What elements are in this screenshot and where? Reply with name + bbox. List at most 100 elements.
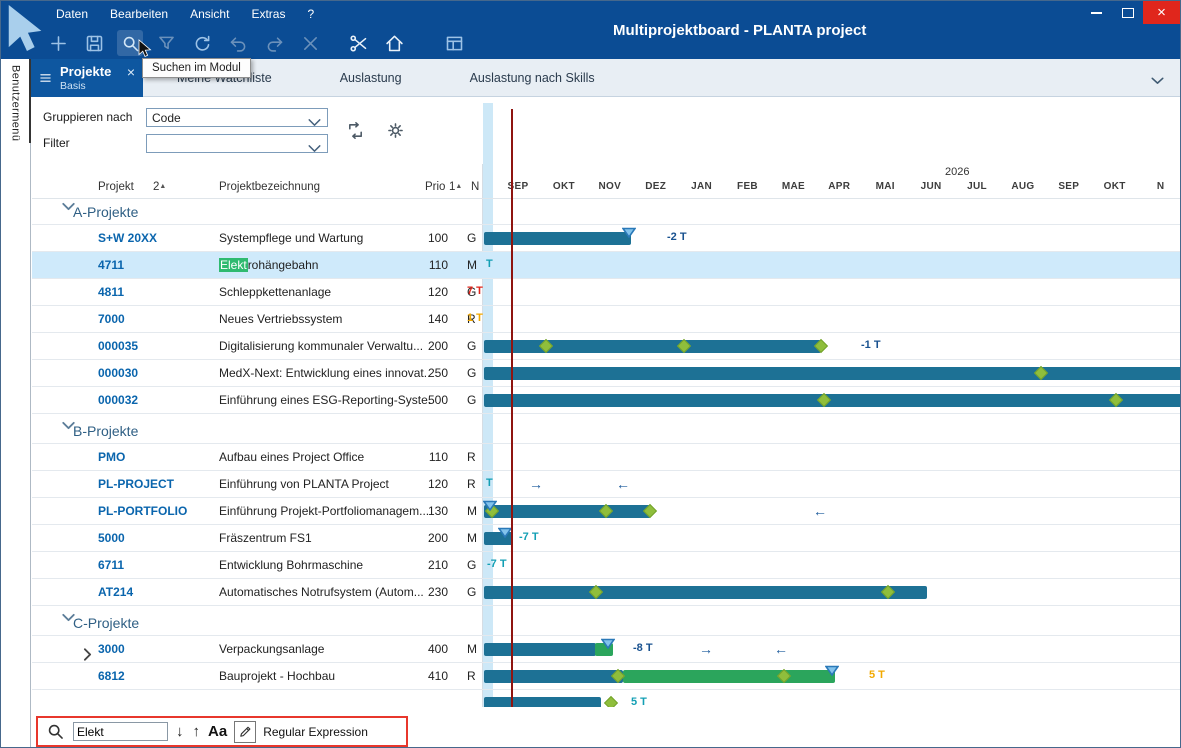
project-id[interactable]: 4711 [98,252,216,278]
priority-value [408,690,448,707]
tab-auslastung-nach-skills[interactable]: Auslastung nach Skills [436,59,629,97]
table-row[interactable]: 3000Verpackungsanlage400M→←-8 T [32,636,1181,663]
timeline-month: DEZ [645,181,666,192]
hamburger-icon[interactable] [38,71,53,85]
search-input[interactable] [73,722,168,741]
chevron-down-icon [304,112,325,133]
table-row[interactable]: 5 T [32,690,1181,707]
deadline-triangle[interactable] [483,500,497,511]
group-by-select[interactable]: Code [146,108,328,127]
project-id[interactable]: 4811 [98,279,216,305]
project-id[interactable]: 000030 [98,360,216,386]
deadline-triangle[interactable] [601,638,615,649]
gantt-bar[interactable] [484,367,1181,380]
user-menu-strip[interactable]: Benutzermenü [1,59,31,747]
save-button[interactable] [81,30,107,56]
gantt-bar[interactable] [484,670,623,683]
module-button[interactable] [441,30,467,56]
project-id[interactable]: PMO [98,444,216,470]
gantt-bar[interactable] [484,340,821,353]
project-id[interactable]: PL-PROJECT [98,471,216,497]
expand-chevron-icon[interactable] [77,644,98,665]
gantt-bar[interactable] [623,670,835,683]
match-case-button[interactable]: Aa [208,723,227,740]
deadline-triangle[interactable] [622,227,636,238]
home-button[interactable] [381,30,407,56]
table-row[interactable]: S+W 20XXSystempflege und Wartung100G-2 T [32,225,1181,252]
sort-prio[interactable]: 1▲ [449,181,462,193]
group-row[interactable]: C-Projekte [32,606,1181,636]
deadline-triangle[interactable] [825,665,839,676]
refresh-button[interactable] [189,30,215,56]
table-row[interactable]: 000035Digitalisierung kommunaler Verwalt… [32,333,1181,360]
project-id[interactable] [98,690,216,707]
maximize-button[interactable] [1112,1,1143,24]
project-name: Digitalisierung kommunaler Verwaltu... [219,333,431,359]
tooltip: Suchen im Modul [142,58,251,78]
chevron-down-icon[interactable] [1147,70,1168,91]
gantt-bar[interactable] [484,697,601,707]
project-id[interactable]: S+W 20XX [98,225,216,251]
table-row[interactable]: PMOAufbau eines Project Office110R [32,444,1181,471]
project-id[interactable]: 3000 [98,636,216,662]
undo-button[interactable] [225,30,251,56]
table-row[interactable]: 4811Schleppkettenanlage120G7 T [32,279,1181,306]
project-id[interactable]: AT214 [98,579,216,605]
filter-select[interactable] [146,134,328,153]
gantt-bar[interactable] [484,232,631,245]
deadline-triangle[interactable] [498,527,512,538]
group-row[interactable]: A-Projekte [32,199,1181,225]
table-row[interactable]: 7000Neues Vertriebssystem140R1 T [32,306,1181,333]
tab-projekte-active[interactable]: Projekte Basis × [31,59,143,97]
table-row[interactable]: AT214Automatisches Notrufsystem (Autom..… [32,579,1181,606]
table-row[interactable]: 6812Bauprojekt - Hochbau410R5 T [32,663,1181,690]
table-row[interactable]: 000030MedX-Next: Entwicklung eines innov… [32,360,1181,387]
table-row[interactable]: 000032Einführung eines ESG-Reporting-Sys… [32,387,1181,414]
layout-swap-button[interactable] [342,117,368,143]
col-projekt[interactable]: Projekt [98,181,134,193]
project-id[interactable]: 6711 [98,552,216,578]
col-prio[interactable]: Prio [425,181,445,193]
shift-left-arrow: ← [774,640,788,658]
gantt-bar[interactable] [484,505,651,518]
project-name: Fräszentrum FS1 [219,525,431,551]
tab-close-icon[interactable]: × [127,64,135,80]
search-next-button[interactable]: ↓ [175,723,185,741]
milestone-diamond[interactable] [604,696,618,707]
menu-item-bearbeiten[interactable]: Bearbeiten [99,1,179,27]
project-id[interactable]: 5000 [98,525,216,551]
gantt-bar[interactable] [484,643,596,656]
menu-item-extras[interactable]: Extras [240,1,296,27]
highlight-all-button[interactable] [234,721,256,743]
col-projektbezeichnung[interactable]: Projektbezeichnung [219,181,320,193]
project-id[interactable]: PL-PORTFOLIO [98,498,216,524]
minimize-icon [1091,12,1102,14]
project-id[interactable]: 000032 [98,387,216,413]
minimize-button[interactable] [1081,1,1112,24]
close-button[interactable] [297,30,323,56]
menu-item-ansicht[interactable]: Ansicht [179,1,240,27]
sort-projekt[interactable]: 2▲ [153,181,166,193]
gantt-bar[interactable] [484,394,1181,407]
settings-button[interactable] [382,117,408,143]
filter-button[interactable] [153,30,179,56]
gantt-row: -7 T [483,525,1181,551]
table-row[interactable]: PL-PORTFOLIOEinführung Projekt-Portfolio… [32,498,1181,525]
tab-auslastung[interactable]: Auslastung [306,59,436,97]
menu-item-hilfe[interactable]: ? [296,1,325,27]
project-id[interactable]: 000035 [98,333,216,359]
table-row[interactable]: 5000Fräszentrum FS1200M-7 T [32,525,1181,552]
close-button[interactable]: × [1143,1,1180,24]
project-id[interactable]: 7000 [98,306,216,332]
cut-button[interactable] [345,30,371,56]
table-row[interactable]: PL-PROJECTEinführung von PLANTA Project1… [32,471,1181,498]
menu-item-daten[interactable]: Daten [45,1,99,27]
table-row[interactable]: 6711Entwicklung Bohrmaschine210G-7 T [32,552,1181,579]
redo-button[interactable] [261,30,287,56]
table-row[interactable]: 4711Elektrohängebahn110MT [32,252,1181,279]
project-name: Verpackungsanlage [219,636,431,662]
project-id[interactable]: 6812 [98,663,216,689]
search-prev-button[interactable]: ↑ [192,723,202,741]
group-row[interactable]: B-Projekte [32,414,1181,444]
gantt-bar[interactable] [484,586,927,599]
